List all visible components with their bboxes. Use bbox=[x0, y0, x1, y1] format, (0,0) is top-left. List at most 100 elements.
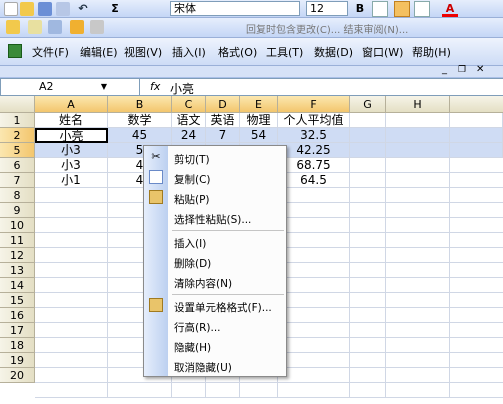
active-cell[interactable]: 小亮 bbox=[35, 128, 108, 143]
table-cell[interactable] bbox=[350, 143, 386, 158]
column-header-b[interactable]: B bbox=[108, 96, 172, 113]
font-size-select[interactable]: 12 bbox=[306, 1, 348, 16]
font-color-button[interactable]: A bbox=[442, 1, 458, 17]
row-header[interactable]: 20 bbox=[0, 368, 35, 383]
menu-item-format-cells[interactable]: 设置单元格格式(F)... bbox=[174, 300, 272, 315]
column-header-f[interactable]: F bbox=[278, 96, 350, 113]
merge-center-icon[interactable] bbox=[414, 1, 430, 17]
table-cell[interactable]: 32.5 bbox=[278, 128, 350, 143]
row-header[interactable]: 6 bbox=[0, 158, 35, 173]
menu-edit[interactable]: 编辑(E) bbox=[80, 44, 118, 60]
name-box-dropdown-icon[interactable]: ▼ bbox=[101, 79, 107, 95]
restore-icon[interactable]: ❐ bbox=[458, 65, 466, 75]
column-header-h[interactable]: H bbox=[386, 96, 450, 113]
menu-item-clear-contents[interactable]: 清除内容(N) bbox=[174, 276, 232, 291]
table-cell[interactable]: 68.75 bbox=[278, 158, 350, 173]
table-cell[interactable]: 小1 bbox=[35, 173, 108, 188]
row-header[interactable]: 17 bbox=[0, 323, 35, 338]
select-all-corner[interactable] bbox=[0, 96, 35, 113]
cell[interactable] bbox=[350, 113, 386, 128]
table-cell[interactable]: 24 bbox=[172, 128, 206, 143]
font-name-select[interactable]: 宋体 bbox=[170, 1, 300, 16]
track-icon[interactable] bbox=[28, 20, 42, 34]
table-cell[interactable] bbox=[386, 128, 450, 143]
open-icon[interactable] bbox=[20, 2, 34, 16]
table-header-cell[interactable]: 个人平均值 bbox=[278, 113, 350, 128]
column-header-a[interactable]: A bbox=[35, 96, 108, 113]
row-header[interactable]: 11 bbox=[0, 233, 35, 248]
cell[interactable] bbox=[450, 113, 503, 128]
table-cell[interactable] bbox=[350, 128, 386, 143]
table-cell[interactable]: 7 bbox=[206, 128, 240, 143]
menu-item-insert[interactable]: 插入(I) bbox=[174, 236, 206, 251]
table-cell[interactable] bbox=[386, 143, 450, 158]
row-header[interactable]: 16 bbox=[0, 308, 35, 323]
align-center-icon[interactable] bbox=[394, 1, 410, 17]
table-cell[interactable]: 54 bbox=[240, 128, 278, 143]
reply-with-changes-text[interactable]: 回复时包含更改(C)... 结束审阅(N)... bbox=[246, 21, 408, 36]
new-icon[interactable] bbox=[4, 2, 18, 16]
row-header[interactable]: 10 bbox=[0, 218, 35, 233]
permission-icon[interactable] bbox=[56, 2, 70, 16]
autosum-icon[interactable]: Σ bbox=[108, 2, 122, 16]
align-left-icon[interactable] bbox=[372, 1, 388, 17]
row-header[interactable]: 2 bbox=[0, 128, 35, 143]
row-header[interactable]: 14 bbox=[0, 278, 35, 293]
menu-item-row-height[interactable]: 行高(R)... bbox=[174, 320, 221, 335]
menu-item-hide[interactable]: 隐藏(H) bbox=[174, 340, 211, 355]
excel-doc-icon[interactable] bbox=[8, 44, 22, 58]
name-box[interactable]: A2 ▼ bbox=[0, 78, 140, 96]
table-cell[interactable] bbox=[450, 143, 503, 158]
bold-button[interactable]: B bbox=[352, 1, 368, 17]
menu-help[interactable]: 帮助(H) bbox=[412, 44, 451, 60]
menu-window[interactable]: 窗口(W) bbox=[362, 44, 403, 60]
column-header-c[interactable]: C bbox=[172, 96, 206, 113]
row-header[interactable]: 15 bbox=[0, 293, 35, 308]
menu-item-paste-special[interactable]: 选择性粘贴(S)... bbox=[174, 212, 251, 227]
menu-item-cut[interactable]: 剪切(T) bbox=[174, 152, 210, 167]
menu-view[interactable]: 视图(V) bbox=[124, 44, 162, 60]
row-header[interactable]: 13 bbox=[0, 263, 35, 278]
menu-item-paste[interactable]: 粘贴(P) bbox=[174, 192, 210, 207]
row-header[interactable]: 5 bbox=[0, 143, 35, 158]
compare-icon[interactable] bbox=[48, 20, 62, 34]
menu-data[interactable]: 数据(D) bbox=[314, 44, 353, 60]
table-cell[interactable]: 小3 bbox=[35, 143, 108, 158]
fx-icon[interactable]: fx bbox=[150, 80, 160, 93]
table-header-cell[interactable]: 语文 bbox=[172, 113, 206, 128]
table-header-cell[interactable]: 数学 bbox=[108, 113, 172, 128]
menu-insert[interactable]: 插入(I) bbox=[172, 44, 206, 60]
table-cell[interactable]: 64.5 bbox=[278, 173, 350, 188]
column-header-g[interactable]: G bbox=[350, 96, 386, 113]
row-header[interactable]: 7 bbox=[0, 173, 35, 188]
menu-file[interactable]: 文件(F) bbox=[32, 44, 69, 60]
undo-icon[interactable]: ↶ bbox=[76, 2, 90, 16]
column-header-d[interactable]: D bbox=[206, 96, 240, 113]
table-cell[interactable]: 42.25 bbox=[278, 143, 350, 158]
row-header[interactable]: 12 bbox=[0, 248, 35, 263]
menu-item-delete[interactable]: 删除(D) bbox=[174, 256, 211, 271]
table-cell[interactable]: 小3 bbox=[35, 158, 108, 173]
row-header[interactable]: 9 bbox=[0, 203, 35, 218]
send-icon[interactable] bbox=[90, 20, 104, 34]
menu-item-copy[interactable]: 复制(C) bbox=[174, 172, 211, 187]
table-header-cell[interactable]: 姓名 bbox=[35, 113, 108, 128]
cell[interactable] bbox=[386, 113, 450, 128]
menu-tools[interactable]: 工具(T) bbox=[266, 44, 303, 60]
formula-value[interactable]: 小亮 bbox=[170, 80, 194, 97]
reviewing-icon[interactable] bbox=[6, 20, 20, 34]
row-header[interactable]: 1 bbox=[0, 113, 35, 128]
menu-format[interactable]: 格式(O) bbox=[218, 44, 257, 60]
save-icon[interactable] bbox=[38, 2, 52, 16]
row-header[interactable]: 19 bbox=[0, 353, 35, 368]
formula-bar[interactable]: fx 小亮 bbox=[140, 78, 503, 96]
table-cell[interactable]: 45 bbox=[108, 128, 172, 143]
table-header-cell[interactable]: 英语 bbox=[206, 113, 240, 128]
minimize-icon[interactable]: _ bbox=[442, 64, 447, 75]
menu-item-unhide[interactable]: 取消隐藏(U) bbox=[174, 360, 232, 375]
row-header[interactable]: 8 bbox=[0, 188, 35, 203]
column-header-e[interactable]: E bbox=[240, 96, 278, 113]
close-icon[interactable]: ✕ bbox=[476, 64, 484, 75]
row-header[interactable]: 18 bbox=[0, 338, 35, 353]
highlight-icon[interactable] bbox=[70, 20, 84, 34]
